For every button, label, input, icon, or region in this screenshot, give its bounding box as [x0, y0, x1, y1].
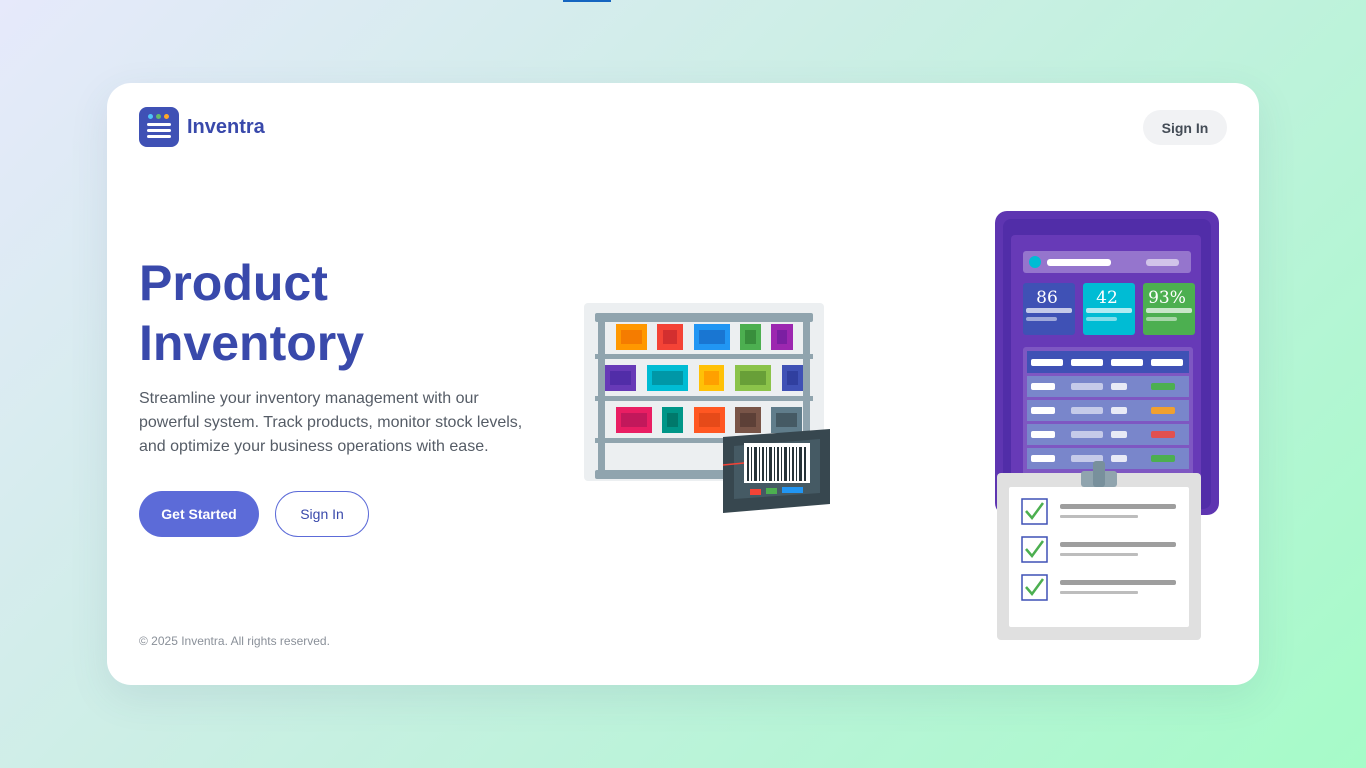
get-started-button[interactable]: Get Started [139, 491, 259, 537]
clipboard-checklist-illustration [997, 461, 1201, 640]
brand-name: Inventra [187, 115, 265, 138]
stat-card: 93% [1143, 283, 1195, 335]
landing-card: Inventra Sign In Product Inventory Strea… [107, 83, 1259, 685]
barcode-scanner-icon [722, 429, 830, 513]
checkbox-checked-icon [1021, 536, 1048, 563]
table-row [1027, 400, 1189, 421]
inventra-logo-icon [139, 107, 179, 147]
stat-card: 42 [1083, 283, 1135, 335]
header-sign-in-button[interactable]: Sign In [1143, 110, 1227, 145]
warehouse-shelf-illustration [584, 303, 830, 513]
footer-copyright: © 2025 Inventra. All rights reserved. [139, 634, 330, 648]
stat-value: 42 [1096, 288, 1118, 308]
top-accent-line [563, 0, 611, 2]
brand[interactable]: Inventra [139, 107, 265, 147]
hero-title-line-1: Product [139, 255, 328, 311]
checkbox-checked-icon [1021, 574, 1048, 601]
checkbox-checked-icon [1021, 498, 1048, 525]
stat-value: 86 [1036, 288, 1058, 308]
table-row [1027, 424, 1189, 445]
table-row [1027, 376, 1189, 397]
hero-title: Product Inventory [139, 253, 364, 373]
hero-title-line-2: Inventory [139, 315, 365, 371]
hero-description: Streamline your inventory management wit… [139, 390, 523, 455]
hero-sign-in-button[interactable]: Sign In [275, 491, 369, 537]
stat-value: 93% [1148, 288, 1186, 308]
stat-card: 86 [1023, 283, 1075, 335]
